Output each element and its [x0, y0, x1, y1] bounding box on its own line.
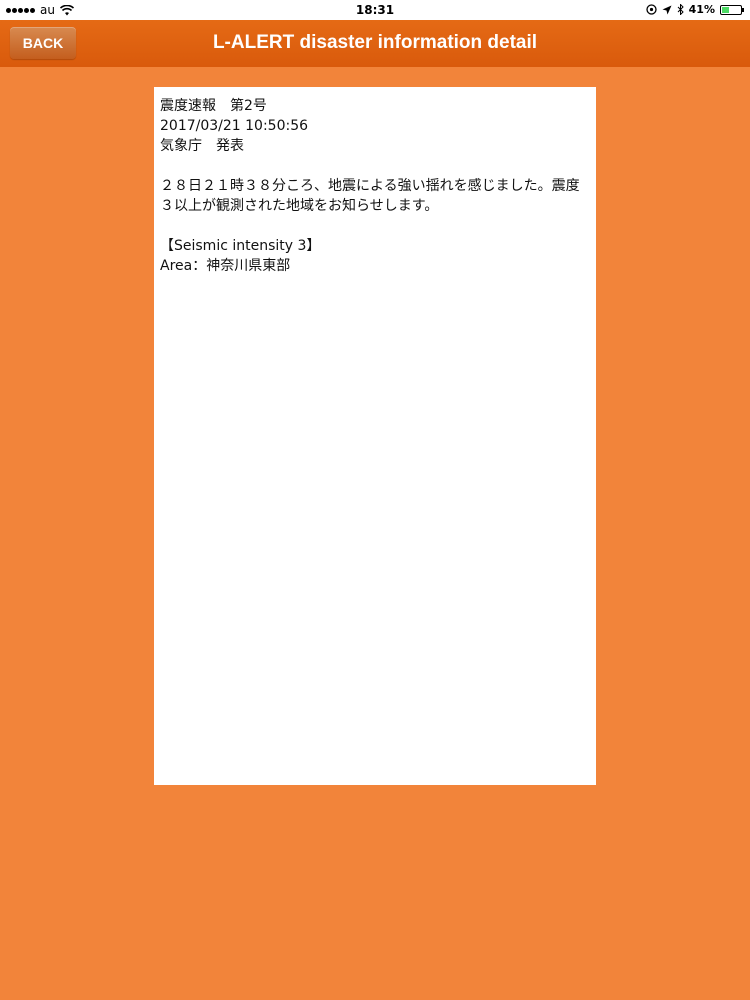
- status-bar: au 18:31 41%: [0, 0, 750, 20]
- location-arrow-icon: [662, 5, 672, 14]
- battery-percent: 41%: [688, 3, 715, 16]
- detail-panel: 震度速報 第2号 2017/03/21 10:50:56 気象庁 発表 ２８日２…: [154, 87, 596, 785]
- status-time: 18:31: [355, 3, 395, 17]
- bulletin-datetime: 2017/03/21 10:50:56: [160, 118, 309, 134]
- area-label: Area：神奈川県東部: [160, 258, 291, 274]
- status-right: 41%: [646, 3, 744, 16]
- battery-icon: [720, 4, 744, 15]
- navigation-bar: BACK L-ALERT disaster information detail: [0, 20, 750, 67]
- location-lock-icon: [646, 4, 657, 15]
- bulletin-message: ２８日２１時３８分ころ、地震による強い揺れを感じました。震度３以上が観測された地…: [160, 178, 580, 214]
- page-title: L-ALERT disaster information detail: [212, 32, 538, 53]
- bluetooth-icon: [677, 4, 684, 15]
- bulletin-issuer: 気象庁 発表: [160, 138, 244, 154]
- bulletin-title: 震度速報 第2号: [160, 98, 267, 114]
- intensity-heading: 【Seismic intensity 3】: [160, 238, 321, 254]
- battery-level-fill: [722, 6, 729, 13]
